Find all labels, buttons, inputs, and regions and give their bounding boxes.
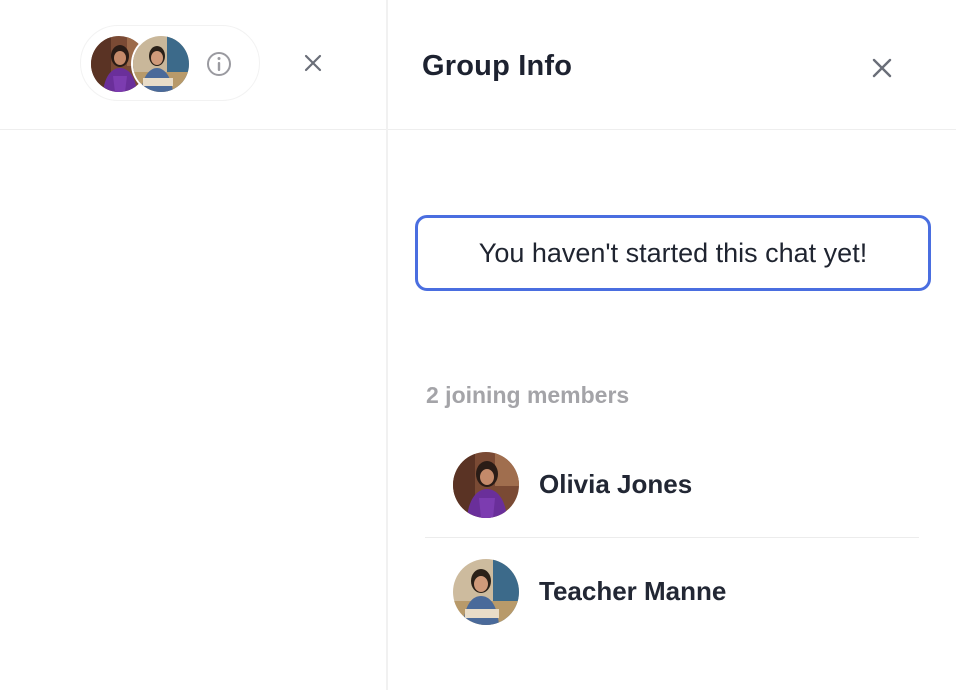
- chat-window: Group Info You haven't started this chat…: [0, 0, 956, 690]
- notice-text: You haven't started this chat yet!: [478, 237, 868, 268]
- members-count-label: 2 joining members: [426, 382, 630, 408]
- panel-title: Group Info: [422, 50, 573, 82]
- chat-not-started-notice: You haven't started this chat yet!: [415, 215, 931, 291]
- group-info-panel: Group Info You haven't started this chat…: [388, 0, 956, 690]
- info-icon[interactable]: [205, 50, 233, 78]
- member-row-olivia-jones[interactable]: Olivia Jones: [425, 437, 919, 538]
- member-name: Teacher Manne: [539, 576, 727, 606]
- member-name: Olivia Jones: [539, 469, 693, 499]
- close-icon[interactable]: [298, 48, 328, 78]
- avatar: [453, 452, 519, 518]
- close-icon[interactable]: [866, 52, 898, 84]
- member-row-teacher-manne[interactable]: Teacher Manne: [425, 545, 919, 645]
- chat-header: [0, 0, 386, 130]
- avatar: [453, 559, 519, 625]
- participants-pill[interactable]: [80, 25, 260, 101]
- group-info-header: Group Info: [388, 0, 956, 130]
- participant-avatar-manne: [133, 36, 189, 92]
- chat-pane: [0, 0, 386, 690]
